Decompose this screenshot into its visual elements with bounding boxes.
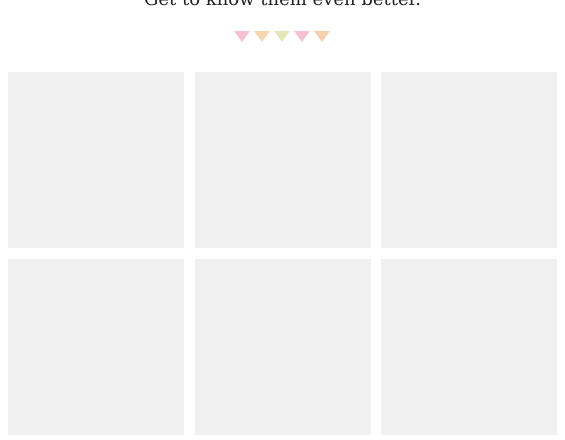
bunting-flag <box>274 31 290 42</box>
photo-tile[interactable] <box>381 259 557 435</box>
section-subtitle: Get to know them even better. <box>0 0 565 11</box>
photo-tile[interactable] <box>194 259 371 435</box>
photo-tile[interactable] <box>8 259 184 435</box>
bunting-flag <box>314 31 330 42</box>
page: Get to know them even better. <box>0 0 565 440</box>
photo-tile[interactable] <box>381 72 557 248</box>
photo-tile[interactable] <box>194 72 371 248</box>
photo-grid <box>8 72 557 435</box>
bunting-flags-icon <box>234 31 330 42</box>
bunting-flag <box>234 31 250 42</box>
bunting-flag <box>294 31 310 42</box>
bunting-flag <box>254 31 270 42</box>
photo-tile[interactable] <box>8 72 184 248</box>
